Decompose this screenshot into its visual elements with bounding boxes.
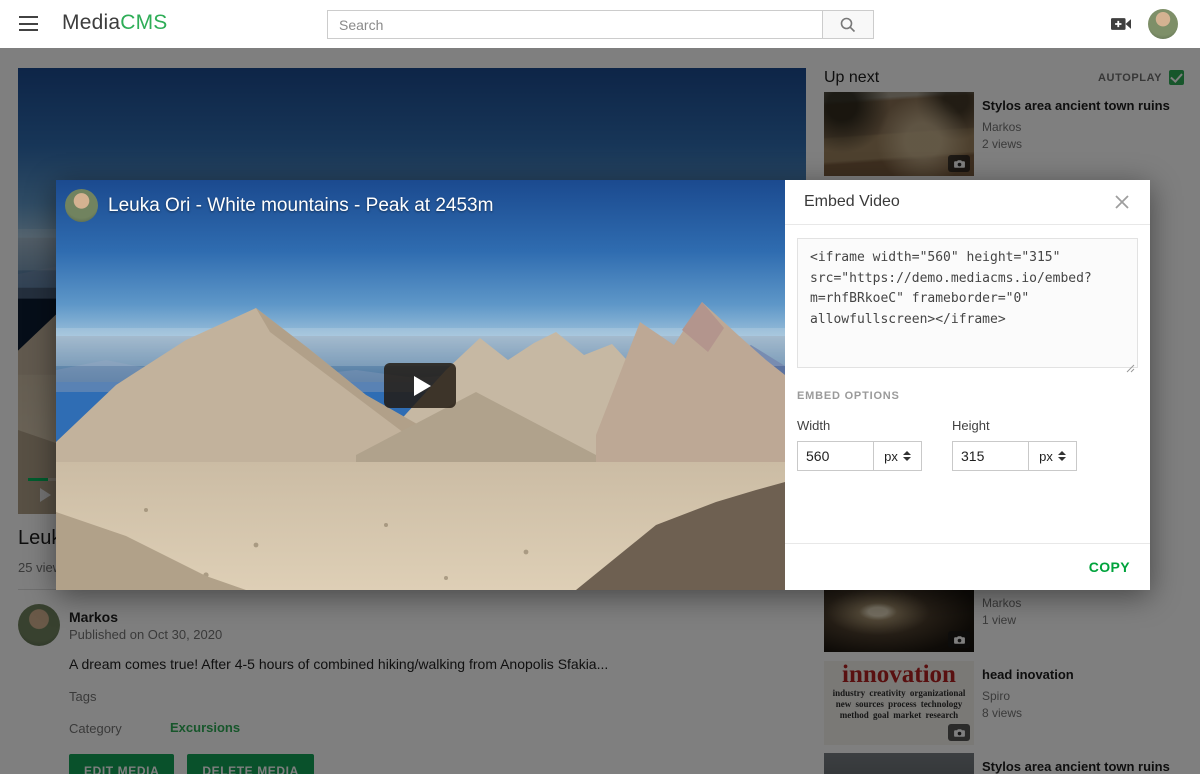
stepper-arrows-icon [1058, 451, 1066, 461]
user-avatar[interactable] [1148, 9, 1178, 39]
channel-avatar[interactable] [65, 189, 98, 222]
width-input[interactable] [797, 441, 874, 471]
dialog-header: Embed Video [785, 180, 1150, 225]
embed-code-textarea[interactable]: <iframe width="560" height="315" src="ht… [797, 238, 1138, 368]
dialog-title: Embed Video [804, 193, 1113, 211]
unit-label: px [884, 449, 898, 464]
search-button[interactable] [822, 10, 874, 39]
resize-grip-icon[interactable] [1126, 364, 1135, 373]
search-icon [839, 16, 857, 34]
stepper-arrows-icon [903, 451, 911, 461]
logo-media: Media [62, 11, 120, 34]
dialog-footer: COPY [785, 543, 1150, 590]
mediacms-page: MediaCMS Leuka Ori - White mountains - P… [0, 0, 1200, 774]
embed-options-label: EMBED OPTIONS [797, 390, 1138, 402]
menu-icon[interactable] [19, 16, 38, 31]
embed-options-panel: Embed Video <iframe width="560" height="… [785, 180, 1150, 590]
embed-preview-player[interactable]: Leuka Ori - White mountains - Peak at 24… [56, 180, 785, 590]
play-icon [414, 376, 431, 396]
close-icon[interactable] [1113, 193, 1131, 211]
upload-media-icon[interactable] [1110, 14, 1132, 34]
search-form [327, 10, 874, 39]
width-label: Width [797, 418, 922, 433]
dimension-controls: Width px Height px [797, 418, 1138, 471]
logo[interactable]: MediaCMS [62, 11, 167, 35]
embed-video-dialog: Leuka Ori - White mountains - Peak at 24… [56, 180, 1150, 590]
big-play-button[interactable] [384, 363, 456, 408]
top-bar: MediaCMS [0, 0, 1200, 48]
preview-video-title: Leuka Ori - White mountains - Peak at 24… [108, 195, 493, 217]
logo-cms: CMS [120, 11, 167, 34]
height-group: Height px [952, 418, 1077, 471]
height-unit-select[interactable]: px [1029, 441, 1077, 471]
width-group: Width px [797, 418, 922, 471]
height-label: Height [952, 418, 1077, 433]
search-input[interactable] [327, 10, 822, 39]
width-unit-select[interactable]: px [874, 441, 922, 471]
copy-button[interactable]: COPY [1089, 559, 1130, 575]
height-input[interactable] [952, 441, 1029, 471]
unit-label: px [1039, 449, 1053, 464]
preview-header: Leuka Ori - White mountains - Peak at 24… [65, 189, 493, 222]
